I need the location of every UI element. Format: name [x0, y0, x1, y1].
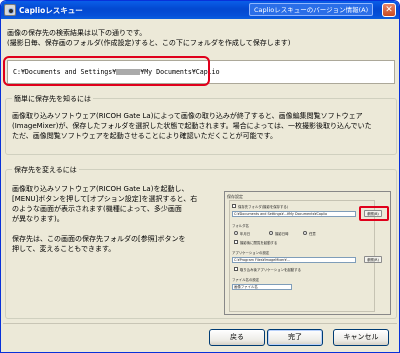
body-line: 保存先は、この画面の保存先フォルダの[参照]ボタンを: [12, 235, 186, 243]
body-line: 画像取り込みソフトウェア(RICOH Gate La)を起動し、: [12, 185, 189, 193]
body-line: 画像取り込みソフトウェア(RICOH Gate La)によって画像の取り込みが終…: [12, 112, 363, 120]
title-bar[interactable]: Caplioレスキュー Caplioレスキューのバージョン情報(A) ✕: [1, 1, 399, 19]
screenshot-filename-input: 画像ファイル名: [232, 284, 292, 290]
caplio-rescue-window: Caplioレスキュー Caplioレスキューのバージョン情報(A) ✕ 画像の…: [0, 0, 400, 353]
screenshot-app-path-input: C:¥Program Files¥ImageMixer¥...: [232, 257, 356, 263]
group-body: 画像取り込みソフトウェア(RICOH Gate La)を起動し、 [MENU]ボ…: [12, 184, 224, 254]
cancel-button[interactable]: キャンセル: [333, 329, 389, 346]
group-title: 簡単に保存先を知るには: [12, 94, 93, 104]
camera-app-icon: [4, 4, 16, 16]
intro-line: (撮影日毎、保存画のフォルダ(作成設定)すると、この下にフォルダを作成して保存し…: [7, 39, 291, 47]
browse-button-highlight-frame: [359, 206, 389, 221]
screenshot-path-input: C:¥Documents and Settings¥...¥My Documen…: [232, 211, 356, 217]
quick-locate-group: 簡単に保存先を知るには 画像取り込みソフトウェア(RICOH Gate La)に…: [5, 94, 397, 155]
body-line: [MENU]ボタンを押して[オプション設定]を選択すると、右: [12, 195, 198, 203]
screenshot-browse-button: 参照(R): [364, 256, 382, 263]
window-title: Caplioレスキュー: [19, 6, 83, 15]
screenshot-radio: [269, 231, 273, 235]
screenshot-label: アプリケーションの設定: [232, 251, 270, 255]
intro-text: 画像の保存先の検索結果は以下の通りです。 (撮影日毎、保存画のフォルダ(作成設定…: [7, 28, 397, 48]
footer-divider: [3, 323, 397, 324]
version-info-button[interactable]: Caplioレスキューのバージョン情報(A): [249, 3, 374, 16]
screenshot-label: 取り込み後アプリケーションを起動する: [240, 268, 301, 272]
screenshot-checkbox: [234, 267, 238, 271]
screenshot-label: ファイル名の設定: [232, 278, 260, 282]
body-line: のような画面が表示されます(機種によって、多少画面: [12, 205, 182, 213]
screenshot-radio: [303, 231, 307, 235]
close-icon[interactable]: ✕: [382, 3, 396, 17]
path-highlight-frame: [3, 56, 210, 86]
body-line: [12, 224, 224, 234]
option-dialog-screenshot: 保存設定 保存先フォルダ(撮影を保存する) C:¥Documents and S…: [224, 191, 391, 315]
screenshot-radio: [234, 231, 238, 235]
screenshot-label: フォルダ名: [232, 224, 249, 228]
screenshot-label: 年月日: [240, 232, 251, 236]
group-body: 画像取り込みソフトウェア(RICOH Gate La)によって画像の取り込みが終…: [12, 111, 392, 141]
body-line: 押して、変えることもできます。: [12, 245, 116, 253]
screenshot-label: 撮影日時: [275, 232, 289, 236]
screenshot-label: 保存先フォルダ(撮影を保存する): [238, 205, 289, 209]
group-title: 保存先を変えるには: [12, 165, 79, 175]
body-line: (ImageMixer)が、保存したフォルダを選択した状態で起動されます。場合に…: [12, 122, 372, 130]
screenshot-checkbox: [234, 240, 238, 244]
body-line: が異なります)。: [12, 215, 64, 223]
screenshot-label: 任意: [309, 232, 316, 236]
intro-line: 画像の保存先の検索結果は以下の通りです。: [7, 29, 147, 37]
screenshot-label: 撮影後に閲覧を起動する: [240, 241, 278, 245]
body-line: ただ、画像閲覧ソフトウェアを起動させることにより確認いただくことが可能です。: [12, 132, 277, 140]
back-button[interactable]: 戻る: [209, 329, 265, 346]
screenshot-checkbox: [232, 204, 236, 208]
finish-button[interactable]: 完了: [267, 329, 323, 346]
